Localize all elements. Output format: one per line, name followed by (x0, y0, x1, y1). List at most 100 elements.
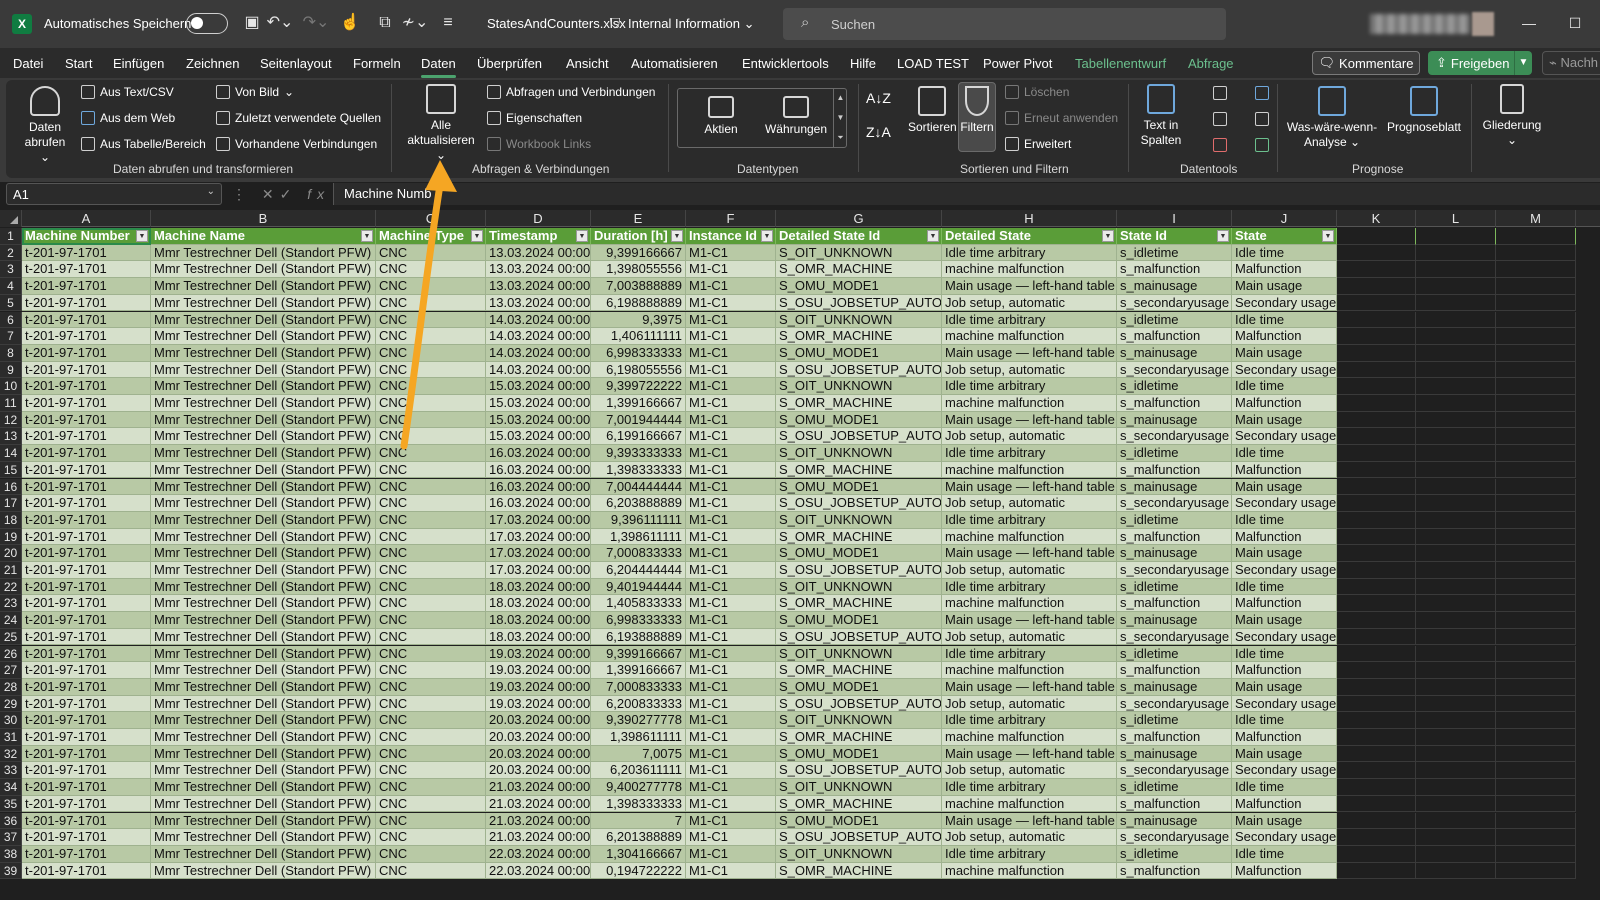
empty-cell[interactable] (1496, 461, 1576, 479)
header-cell[interactable]: State Id ▼ (1117, 228, 1232, 245)
row-number[interactable]: 21 (0, 562, 22, 579)
empty-cell[interactable] (1337, 411, 1416, 429)
empty-cell[interactable] (1337, 461, 1416, 479)
table-cell[interactable]: Idle time arbitrary (942, 378, 1117, 395)
table-cell[interactable]: CNC (376, 562, 486, 579)
table-cell[interactable]: Mmr Testrechner Dell (Standort PFW) (151, 745, 376, 763)
row-number[interactable]: 24 (0, 612, 22, 629)
table-cell[interactable]: Secondary usage (1232, 829, 1337, 846)
filter-dropdown-icon[interactable]: ▼ (1322, 230, 1334, 242)
what-if-analysis-button[interactable]: Was-wäre-wenn- Analyse ⌄ (1284, 86, 1380, 150)
table-cell[interactable]: s_malfunction (1117, 862, 1232, 880)
table-cell[interactable]: t-201-97-1701 (22, 628, 151, 646)
table-cell[interactable]: 13.03.2024 00:00 (486, 261, 591, 279)
table-cell[interactable]: t-201-97-1701 (22, 612, 151, 629)
table-cell[interactable]: s_mainusage (1117, 344, 1232, 362)
table-cell[interactable]: s_mainusage (1117, 678, 1232, 696)
row-number[interactable]: 12 (0, 411, 22, 429)
table-cell[interactable]: t-201-97-1701 (22, 461, 151, 479)
header-cell[interactable]: Detailed State Id ▼ (776, 228, 942, 245)
empty-cell[interactable] (1337, 528, 1416, 546)
table-cell[interactable]: Mmr Testrechner Dell (Standort PFW) (151, 361, 376, 379)
row-number[interactable]: 11 (0, 395, 22, 412)
table-cell[interactable]: t-201-97-1701 (22, 562, 151, 579)
table-cell[interactable]: s_mainusage (1117, 545, 1232, 562)
table-cell[interactable]: Mmr Testrechner Dell (Standort PFW) (151, 645, 376, 663)
empty-cell[interactable] (1337, 478, 1416, 496)
empty-cell[interactable] (1416, 278, 1496, 295)
table-cell[interactable]: t-201-97-1701 (22, 812, 151, 830)
table-cell[interactable]: s_idletime (1117, 244, 1232, 262)
table-cell[interactable]: 16.03.2024 00:00 (486, 445, 591, 462)
empty-cell[interactable] (1337, 445, 1416, 462)
table-cell[interactable]: t-201-97-1701 (22, 695, 151, 713)
table-cell[interactable]: 15.03.2024 00:00 (486, 378, 591, 395)
empty-cell[interactable] (1416, 361, 1496, 379)
empty-cell[interactable] (1416, 695, 1496, 713)
filter-button[interactable]: Filtern (958, 86, 996, 135)
table-cell[interactable]: M1-C1 (686, 461, 776, 479)
empty-cell[interactable] (1416, 612, 1496, 629)
table-cell[interactable]: Main usage (1232, 545, 1337, 562)
table-cell[interactable]: s_secondaryusage (1117, 428, 1232, 446)
empty-cell[interactable] (1337, 294, 1416, 312)
table-cell[interactable]: s_idletime (1117, 511, 1232, 529)
row-number[interactable]: 30 (0, 712, 22, 729)
empty-cell[interactable] (1337, 612, 1416, 629)
table-cell[interactable]: t-201-97-1701 (22, 311, 151, 329)
row-number[interactable]: 35 (0, 795, 22, 813)
table-cell[interactable]: Job setup, automatic (942, 695, 1117, 713)
empty-cell[interactable] (1496, 628, 1576, 646)
table-cell[interactable]: M1-C1 (686, 678, 776, 696)
table-cell[interactable]: Job setup, automatic (942, 562, 1117, 579)
table-cell[interactable]: Main usage (1232, 745, 1337, 763)
table-cell[interactable]: 20.03.2024 00:00 (486, 712, 591, 729)
formula-input[interactable]: Machine Numb (333, 183, 1600, 205)
table-cell[interactable]: CNC (376, 595, 486, 613)
table-cell[interactable]: Main usage (1232, 411, 1337, 429)
table-cell[interactable]: CNC (376, 678, 486, 696)
table-cell[interactable]: Main usage — left-hand table (942, 344, 1117, 362)
table-cell[interactable]: 6,203611111 (591, 762, 686, 780)
table-cell[interactable]: s_secondaryusage (1117, 628, 1232, 646)
table-cell[interactable]: t-201-97-1701 (22, 294, 151, 312)
table-cell[interactable]: s_malfunction (1117, 595, 1232, 613)
table-cell[interactable]: s_secondaryusage (1117, 294, 1232, 312)
empty-cell[interactable] (1496, 745, 1576, 763)
empty-cell[interactable] (1337, 762, 1416, 780)
table-cell[interactable]: t-201-97-1701 (22, 645, 151, 663)
table-cell[interactable]: M1-C1 (686, 662, 776, 679)
empty-cell[interactable] (1337, 495, 1416, 512)
table-cell[interactable]: Secondary usage (1232, 762, 1337, 780)
empty-cell[interactable] (1496, 545, 1576, 562)
row-number[interactable]: 26 (0, 645, 22, 663)
row-number[interactable]: 22 (0, 578, 22, 596)
table-cell[interactable]: s_idletime (1117, 779, 1232, 796)
account-name[interactable] (1370, 14, 1470, 34)
row-number[interactable]: 18 (0, 511, 22, 529)
header-cell[interactable]: Machine Number ▼ (22, 228, 151, 245)
table-cell[interactable]: Mmr Testrechner Dell (Standort PFW) (151, 428, 376, 446)
table-cell[interactable]: S_OSU_JOBSETUP_AUTO (776, 829, 942, 846)
flash-fill-icon[interactable] (1213, 86, 1227, 100)
table-cell[interactable]: M1-C1 (686, 812, 776, 830)
tab-einfuegen[interactable]: Einfügen (113, 56, 164, 71)
empty-cell[interactable] (1337, 395, 1416, 412)
table-cell[interactable]: Main usage — left-hand table (942, 478, 1117, 496)
tab-hilfe[interactable]: Hilfe (850, 56, 876, 71)
table-cell[interactable]: t-201-97-1701 (22, 845, 151, 863)
table-cell[interactable]: t-201-97-1701 (22, 578, 151, 596)
empty-cell[interactable] (1416, 829, 1496, 846)
empty-cell[interactable] (1337, 745, 1416, 763)
empty-cell[interactable] (1496, 845, 1576, 863)
table-cell[interactable]: machine malfunction (942, 261, 1117, 279)
tab-load-test[interactable]: LOAD TEST (897, 56, 969, 71)
empty-cell[interactable] (1496, 361, 1576, 379)
table-cell[interactable]: Mmr Testrechner Dell (Standort PFW) (151, 261, 376, 279)
table-cell[interactable]: Idle time arbitrary (942, 244, 1117, 262)
empty-cell[interactable] (1416, 678, 1496, 696)
table-cell[interactable]: s_malfunction (1117, 461, 1232, 479)
table-cell[interactable]: S_OMR_MACHINE (776, 528, 942, 546)
table-cell[interactable]: Main usage — left-hand table (942, 678, 1117, 696)
tab-formeln[interactable]: Formeln (353, 56, 401, 71)
